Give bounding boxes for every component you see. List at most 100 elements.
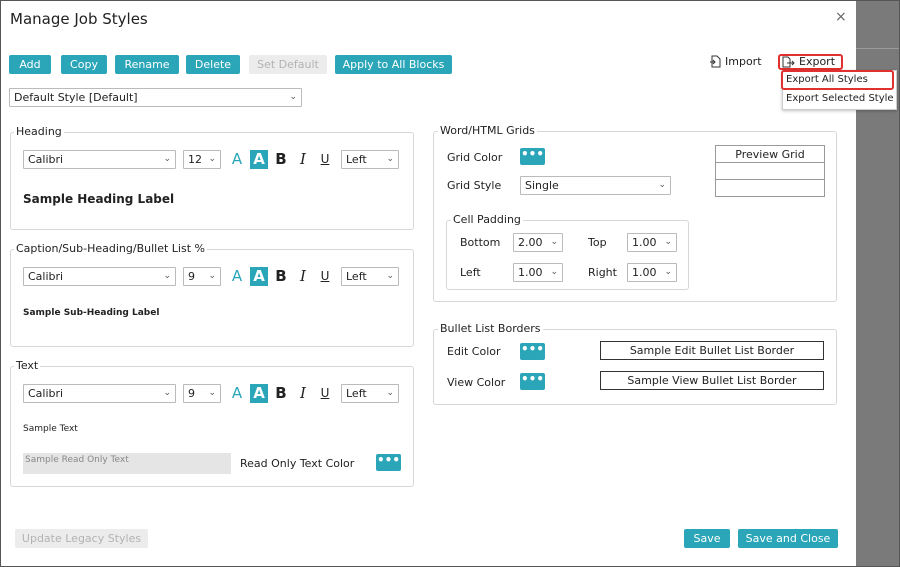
import-link[interactable]: Import — [710, 55, 762, 68]
grid-style-select[interactable]: Single ⌄ — [520, 176, 671, 195]
italic-icon[interactable]: I — [294, 384, 312, 403]
padding-right-value: 1.00 — [632, 266, 657, 279]
export-icon — [782, 56, 795, 67]
view-color-picker-button[interactable]: ••• — [520, 373, 545, 390]
text-align-select[interactable]: Left ⌄ — [341, 384, 399, 403]
copy-button[interactable]: Copy — [61, 55, 107, 74]
chevron-down-icon: ⌄ — [289, 92, 297, 102]
preview-grid-header: Preview Grid — [715, 145, 825, 163]
caption-sample-label: Sample Sub-Heading Label — [23, 308, 160, 318]
export-selected-style-item[interactable]: Export Selected Style — [786, 93, 894, 104]
heading-group — [10, 132, 414, 230]
grid-color-picker-button[interactable]: ••• — [520, 148, 545, 165]
chevron-down-icon: ⌄ — [664, 267, 672, 277]
chevron-down-icon: ⌄ — [163, 154, 171, 164]
chevron-down-icon: ⌄ — [208, 388, 216, 398]
edit-border-sample: Sample Edit Bullet List Border — [600, 341, 824, 360]
bold-icon[interactable]: B — [272, 150, 290, 169]
bullet-borders-label: Bullet List Borders — [438, 322, 543, 335]
delete-button[interactable]: Delete — [186, 55, 240, 74]
underline-icon[interactable]: U — [316, 267, 334, 286]
save-and-close-button[interactable]: Save and Close — [738, 529, 838, 548]
padding-top-label: Top — [588, 236, 607, 249]
italic-icon[interactable]: I — [294, 267, 312, 286]
highlight-color-icon[interactable]: A — [250, 150, 268, 169]
underline-icon[interactable]: U — [316, 384, 334, 403]
text-group-label: Text — [14, 359, 41, 372]
chevron-down-icon: ⌄ — [386, 271, 394, 281]
heading-size-value: 12 — [188, 153, 202, 166]
chevron-down-icon: ⌄ — [386, 388, 394, 398]
padding-right-label: Right — [588, 266, 617, 279]
text-font-select[interactable]: Calibri ⌄ — [23, 384, 176, 403]
export-all-highlight — [781, 70, 894, 90]
edit-color-label: Edit Color — [447, 345, 501, 358]
padding-top-select[interactable]: 1.00 ⌄ — [627, 233, 677, 252]
text-size-value: 9 — [188, 387, 195, 400]
set-default-button[interactable]: Set Default — [249, 55, 327, 74]
caption-group-label: Caption/Sub-Heading/Bullet List % — [14, 242, 207, 255]
export-link[interactable]: Export — [782, 55, 835, 68]
backdrop-divider — [856, 48, 899, 49]
chevron-down-icon: ⌄ — [550, 267, 558, 277]
caption-align-value: Left — [346, 270, 367, 283]
preview-grid-cell — [715, 179, 825, 197]
padding-left-value: 1.00 — [518, 266, 543, 279]
font-color-icon[interactable]: A — [228, 267, 246, 286]
rename-button[interactable]: Rename — [115, 55, 179, 74]
chevron-down-icon: ⌄ — [208, 271, 216, 281]
italic-icon[interactable]: I — [294, 150, 312, 169]
chevron-down-icon: ⌄ — [386, 154, 394, 164]
caption-font-select[interactable]: Calibri ⌄ — [23, 267, 176, 286]
padding-right-select[interactable]: 1.00 ⌄ — [627, 263, 677, 282]
style-select-value: Default Style [Default] — [14, 91, 138, 104]
text-sample-label: Sample Text — [23, 424, 78, 434]
close-icon[interactable]: × — [835, 9, 847, 25]
font-color-icon[interactable]: A — [228, 150, 246, 169]
highlight-color-icon[interactable]: A — [250, 384, 268, 403]
heading-group-label: Heading — [14, 125, 64, 138]
heading-sample-label: Sample Heading Label — [23, 192, 175, 206]
readonly-text-sample: Sample Read Only Text — [23, 453, 231, 474]
font-color-icon[interactable]: A — [228, 384, 246, 403]
caption-group — [10, 249, 414, 347]
caption-align-select[interactable]: Left ⌄ — [341, 267, 399, 286]
import-icon — [710, 55, 721, 68]
highlight-color-icon[interactable]: A — [250, 267, 268, 286]
update-legacy-styles-button[interactable]: Update Legacy Styles — [15, 529, 148, 548]
edit-color-picker-button[interactable]: ••• — [520, 343, 545, 360]
padding-left-label: Left — [460, 266, 481, 279]
padding-left-select[interactable]: 1.00 ⌄ — [513, 263, 563, 282]
padding-bottom-select[interactable]: 2.00 ⌄ — [513, 233, 563, 252]
add-button[interactable]: Add — [9, 55, 51, 74]
save-button[interactable]: Save — [684, 529, 730, 548]
padding-bottom-value: 2.00 — [518, 236, 543, 249]
apply-to-all-blocks-button[interactable]: Apply to All Blocks — [335, 55, 452, 74]
padding-bottom-label: Bottom — [460, 236, 501, 249]
style-select[interactable]: Default Style [Default] ⌄ — [9, 88, 302, 107]
preview-grid-cell — [715, 162, 825, 180]
view-color-label: View Color — [447, 376, 506, 389]
preview-grid-table: Preview Grid — [715, 145, 825, 197]
chevron-down-icon: ⌄ — [550, 237, 558, 247]
grids-group-label: Word/HTML Grids — [438, 124, 537, 137]
export-label: Export — [799, 55, 836, 68]
caption-font-value: Calibri — [28, 270, 64, 283]
text-size-select[interactable]: 9 ⌄ — [183, 384, 221, 403]
import-label: Import — [725, 55, 762, 68]
chevron-down-icon: ⌄ — [658, 180, 666, 190]
grid-style-label: Grid Style — [447, 179, 502, 192]
heading-align-select[interactable]: Left ⌄ — [341, 150, 399, 169]
bold-icon[interactable]: B — [272, 384, 290, 403]
grid-color-label: Grid Color — [447, 151, 503, 164]
caption-size-select[interactable]: 9 ⌄ — [183, 267, 221, 286]
dialog-title: Manage Job Styles — [10, 10, 148, 28]
heading-align-value: Left — [346, 153, 367, 166]
heading-size-select[interactable]: 12 ⌄ — [183, 150, 221, 169]
underline-icon[interactable]: U — [316, 150, 334, 169]
readonly-color-picker-button[interactable]: ••• — [376, 454, 401, 471]
caption-size-value: 9 — [188, 270, 195, 283]
cell-padding-label: Cell Padding — [451, 213, 523, 226]
bold-icon[interactable]: B — [272, 267, 290, 286]
heading-font-select[interactable]: Calibri ⌄ — [23, 150, 176, 169]
